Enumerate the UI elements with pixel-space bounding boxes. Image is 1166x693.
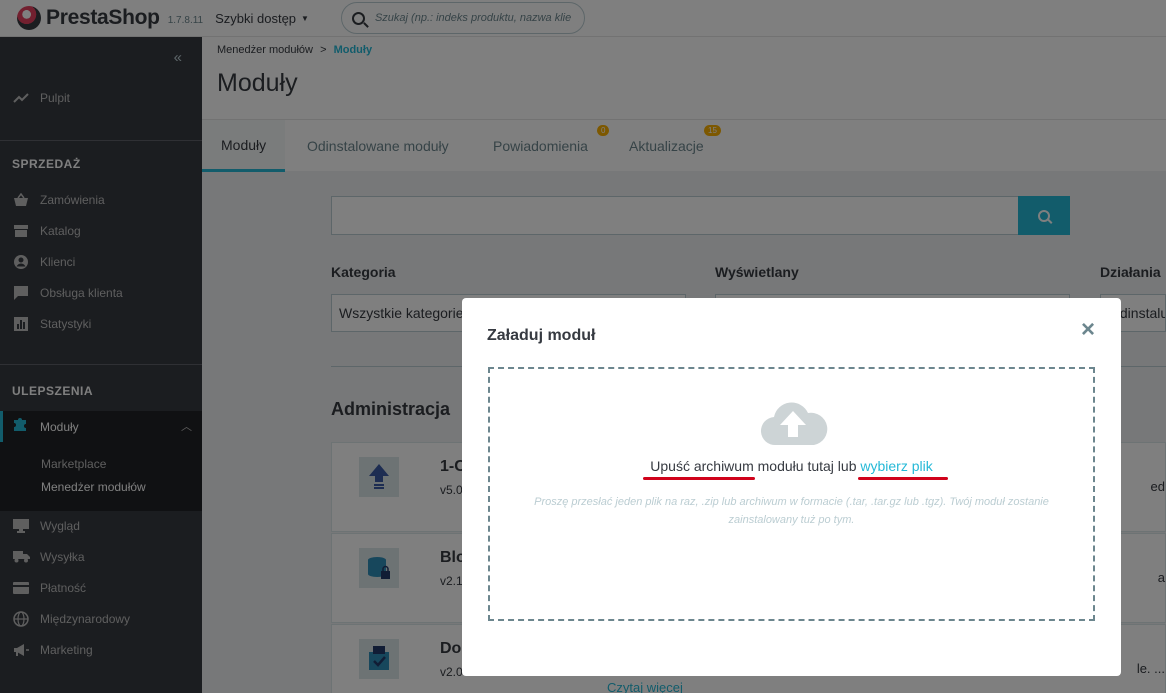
- drop-text-part1: Upuść archiwum: [650, 458, 754, 474]
- upload-module-modal: Załaduj moduł × Upuść archiwum modułu tu…: [462, 298, 1121, 676]
- modal-title: Załaduj moduł: [487, 327, 596, 344]
- close-icon[interactable]: ×: [1081, 318, 1095, 342]
- choose-file-link[interactable]: wybierz plik: [860, 458, 932, 474]
- file-dropzone[interactable]: Upuść archiwum modułu tutaj lub wybierz …: [488, 367, 1095, 621]
- cloud-upload-icon: [760, 402, 828, 446]
- upload-hint-text: Proszę przesłać jeden plik na raz, .zip …: [534, 496, 1049, 526]
- annotation-underline: [858, 477, 948, 480]
- drop-instructions: Upuść archiwum modułu tutaj lub wybierz …: [490, 458, 1093, 474]
- annotation-underline: [643, 477, 755, 480]
- drop-text-part2: modułu tutaj lub: [753, 458, 861, 474]
